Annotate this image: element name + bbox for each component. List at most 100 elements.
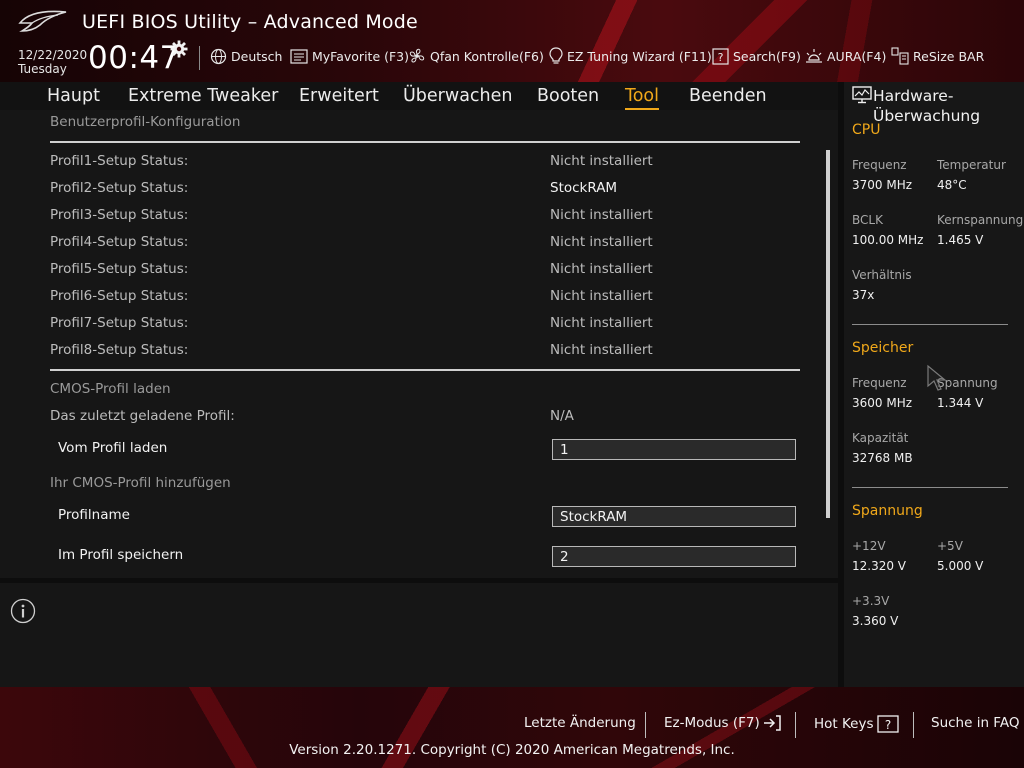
cpu-bclk-label: BCLK [852,213,883,227]
aura-button[interactable]: AURA(F4) [805,46,886,66]
voltage-3v3-value: 3.360 V [852,614,899,628]
save-to-profile-input[interactable] [552,546,796,567]
cpu-frequency-value: 3700 MHz [852,178,913,192]
tab-ueberwachen[interactable]: Überwachen [403,86,513,106]
voltage-5v-label: +5V [937,539,963,553]
svg-text:?: ? [718,51,724,64]
cpu-bclk-value: 100.00 MHz [852,233,924,247]
memory-voltage-value: 1.344 V [937,396,984,410]
cpu-frequency-label: Frequenz [852,158,907,172]
globe-icon [210,48,227,64]
date-display: 12/22/2020 [18,48,88,62]
cpu-ratio-label: Verhältnis [852,268,912,282]
tab-haupt[interactable]: Haupt [47,86,100,106]
profile5-status-value: Nicht installiert [550,261,653,277]
ez-mode-button[interactable]: Ez-Modus (F7) [664,715,782,731]
ez-tuning-label: EZ Tuning Wizard (F11) [567,48,712,64]
hot-keys-label: Hot Keys [814,716,874,732]
section-divider [50,369,800,371]
memory-capacity-value: 32768 MB [852,451,913,465]
info-icon [10,598,36,624]
section-header-user-profile: Benutzerprofil-Konfiguration [50,114,241,130]
clock-settings-gear-icon[interactable] [170,40,188,58]
hw-divider [852,487,1008,488]
memory-capacity-label: Kapazität [852,431,909,445]
language-button[interactable]: Deutsch [210,46,282,66]
tab-beenden[interactable]: Beenden [689,86,767,106]
last-change-button[interactable]: Letzte Änderung [524,715,636,731]
clock-display: 00:47 [88,40,180,76]
section-header-add-cmos-profile: Ihr CMOS-Profil hinzufügen [50,475,231,491]
header-divider [199,46,200,70]
footer-divider [645,712,646,738]
lightbulb-icon [549,47,563,64]
profile6-status-label: Profil6-Setup Status: [50,288,189,304]
voltage-12v-value: 12.320 V [852,559,907,573]
cpu-core-voltage-label: Kernspannung [937,213,1024,227]
memory-frequency-label: Frequenz [852,376,907,390]
exit-arrow-icon [763,715,781,731]
weekday-display: Tuesday [18,62,67,76]
profile-name-label[interactable]: Profilname [58,507,130,523]
myfavorite-button[interactable]: MyFavorite (F3) [290,46,409,66]
rog-logo [18,10,67,32]
cpu-temperature-label: Temperatur [937,158,1006,172]
memory-frequency-value: 3600 MHz [852,396,913,410]
copyright-text: Version 2.20.1271. Copyright (C) 2020 Am… [289,742,735,758]
profile2-status-label: Profil2-Setup Status: [50,180,189,196]
profile3-status-value: Nicht installiert [550,207,653,223]
ez-mode-label: Ez-Modus (F7) [664,715,760,731]
cpu-core-voltage-value: 1.465 V [937,233,984,247]
main-scrollbar[interactable] [826,150,830,518]
search-faq-button[interactable]: Suche in FAQ [931,715,1019,731]
voltage-5v-value: 5.000 V [937,559,984,573]
fan-icon [409,48,425,63]
aura-light-icon [806,49,822,63]
footer-divider [913,712,914,738]
footer-divider [795,712,796,738]
hw-section-memory: Speicher [852,340,914,356]
svg-text:?: ? [884,718,890,732]
myfavorite-label: MyFavorite (F3) [312,48,410,64]
profile8-status-label: Profil8-Setup Status: [50,342,189,358]
section-header-load-cmos-profile: CMOS-Profil laden [50,381,171,397]
profile2-status-value: StockRAM [550,180,618,196]
tab-tool[interactable]: Tool [625,86,659,106]
hw-divider [852,324,1008,325]
tab-extreme-tweaker[interactable]: Extreme Tweaker [128,86,278,106]
profile6-status-value: Nicht installiert [550,288,653,304]
profile5-status-label: Profil5-Setup Status: [50,261,189,277]
mouse-cursor-icon [927,364,947,391]
qfan-control-button[interactable]: Qfan Kontrolle(F6) [408,46,544,66]
favorite-list-icon [290,48,308,64]
save-to-profile-label[interactable]: Im Profil speichern [58,547,183,563]
hw-section-voltage: Spannung [852,503,923,519]
load-from-profile-label[interactable]: Vom Profil laden [58,440,167,456]
aura-label: AURA(F4) [827,48,887,64]
last-loaded-profile-value: N/A [550,408,574,424]
voltage-3v3-label: +3.3V [852,594,890,608]
search-faq-label: Suche in FAQ [931,715,1020,731]
search-label: Search(F9) [733,48,801,64]
app-title: UEFI BIOS Utility – Advanced Mode [82,11,418,33]
help-box-icon: ? [712,47,729,65]
profile4-status-label: Profil4-Setup Status: [50,234,189,250]
hot-keys-button[interactable]: Hot Keys ? [814,715,899,733]
cpu-temperature-value: 48°C [937,178,967,192]
profile8-status-value: Nicht installiert [550,342,653,358]
hardware-monitor-title: Hardware-Überwachung [873,87,981,125]
resize-bar-icon [891,47,909,65]
load-from-profile-input[interactable] [552,439,796,460]
last-loaded-profile-label: Das zuletzt geladene Profil: [50,408,235,424]
search-button[interactable]: ? Search(F9) [712,46,801,66]
ez-tuning-wizard-button[interactable]: EZ Tuning Wizard (F11) [549,46,712,66]
language-label: Deutsch [231,48,283,64]
profile7-status-label: Profil7-Setup Status: [50,315,189,331]
tab-booten[interactable]: Booten [537,86,599,106]
profile-name-input[interactable] [552,506,796,527]
resize-bar-button[interactable]: ReSize BAR [891,46,984,66]
tab-erweitert[interactable]: Erweitert [299,86,379,106]
profile7-status-value: Nicht installiert [550,315,653,331]
resize-bar-label: ReSize BAR [913,48,985,64]
profile4-status-value: Nicht installiert [550,234,653,250]
